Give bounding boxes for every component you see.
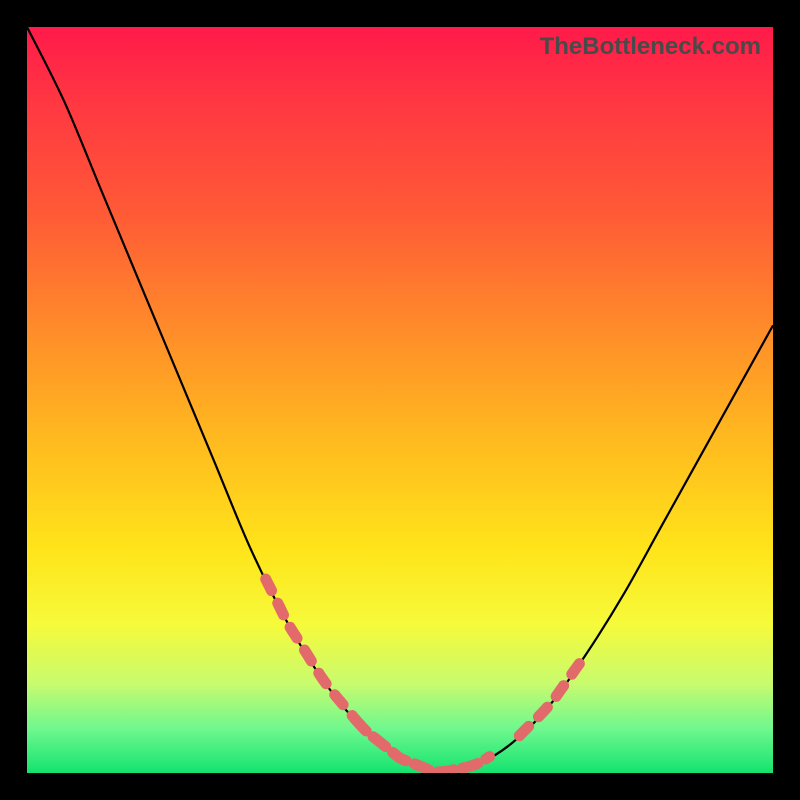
highlight-segments xyxy=(266,579,587,772)
plot-area: TheBottleneck.com xyxy=(27,27,773,773)
highlight-range-2 xyxy=(519,654,586,736)
bottleneck-curve xyxy=(27,27,773,773)
watermark-label: TheBottleneck.com xyxy=(540,33,761,61)
highlight-range-1 xyxy=(355,719,489,772)
curve-path xyxy=(27,27,773,773)
highlight-range-0 xyxy=(266,579,356,719)
chart-frame: TheBottleneck.com xyxy=(0,0,800,800)
